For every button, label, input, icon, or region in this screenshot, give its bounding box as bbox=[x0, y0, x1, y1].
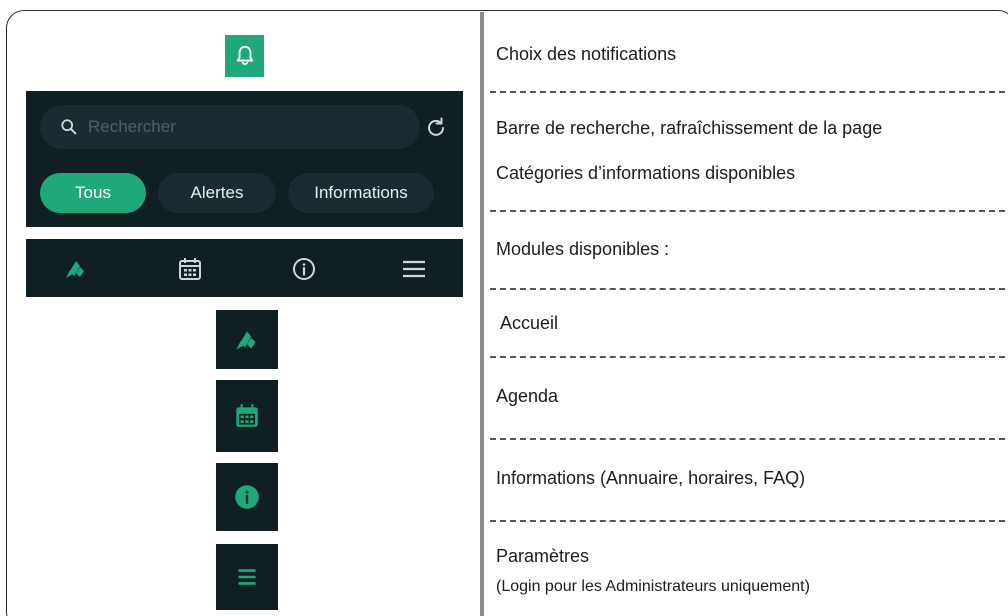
module-tile-info[interactable] bbox=[216, 463, 278, 531]
search-input[interactable] bbox=[88, 117, 388, 137]
legend-notifications: Choix des notifications bbox=[496, 44, 677, 64]
info-icon bbox=[235, 485, 259, 509]
search-bar[interactable] bbox=[40, 105, 420, 149]
search-icon bbox=[61, 119, 77, 135]
home-icon bbox=[66, 261, 84, 278]
module-tile-home[interactable] bbox=[216, 310, 278, 369]
refresh-icon bbox=[428, 117, 444, 136]
nav-home-button[interactable] bbox=[62, 256, 90, 282]
legend-separator bbox=[490, 520, 1005, 522]
calendar-icon bbox=[179, 258, 201, 280]
menu-icon bbox=[403, 260, 425, 278]
module-tile-settings[interactable] bbox=[216, 544, 278, 610]
nav-info-button[interactable] bbox=[290, 256, 318, 282]
legend-search-refresh: Barre de recherche, rafraîchissement de … bbox=[496, 118, 883, 138]
module-tile-agenda[interactable] bbox=[216, 380, 278, 452]
refresh-button[interactable] bbox=[421, 113, 451, 143]
filter-chip-alerts[interactable]: Alertes bbox=[158, 173, 276, 213]
home-icon bbox=[236, 330, 256, 350]
legend-info: Informations (Annuaire, horaires, FAQ) bbox=[496, 468, 806, 488]
bell-icon bbox=[236, 45, 253, 65]
filter-chip-informations[interactable]: Informations bbox=[288, 173, 434, 213]
legend-separator bbox=[490, 210, 1005, 212]
column-divider bbox=[480, 12, 484, 616]
menu-icon bbox=[238, 569, 256, 585]
legend-separator bbox=[490, 356, 1005, 358]
nav-agenda-button[interactable] bbox=[176, 256, 204, 282]
legend-separator bbox=[490, 288, 1005, 290]
legend-settings: Paramètres bbox=[496, 546, 590, 566]
calendar-icon bbox=[236, 404, 258, 427]
legend-categories: Catégories d’informations disponibles bbox=[496, 163, 796, 183]
legend-separator bbox=[490, 91, 1005, 93]
notifications-button[interactable] bbox=[225, 35, 264, 77]
info-icon bbox=[293, 258, 315, 280]
filter-chip-all[interactable]: Tous bbox=[40, 173, 146, 213]
bottom-nav-bar bbox=[26, 239, 463, 297]
legend-separator bbox=[490, 438, 1005, 440]
legend-modules: Modules disponibles : bbox=[496, 239, 670, 259]
legend-agenda: Agenda bbox=[496, 386, 559, 406]
legend-settings-note: (Login pour les Administrateurs uniqueme… bbox=[496, 578, 810, 595]
search-panel: Tous Alertes Informations bbox=[26, 91, 463, 227]
nav-menu-button[interactable] bbox=[400, 256, 428, 282]
legend-home: Accueil bbox=[500, 313, 559, 333]
